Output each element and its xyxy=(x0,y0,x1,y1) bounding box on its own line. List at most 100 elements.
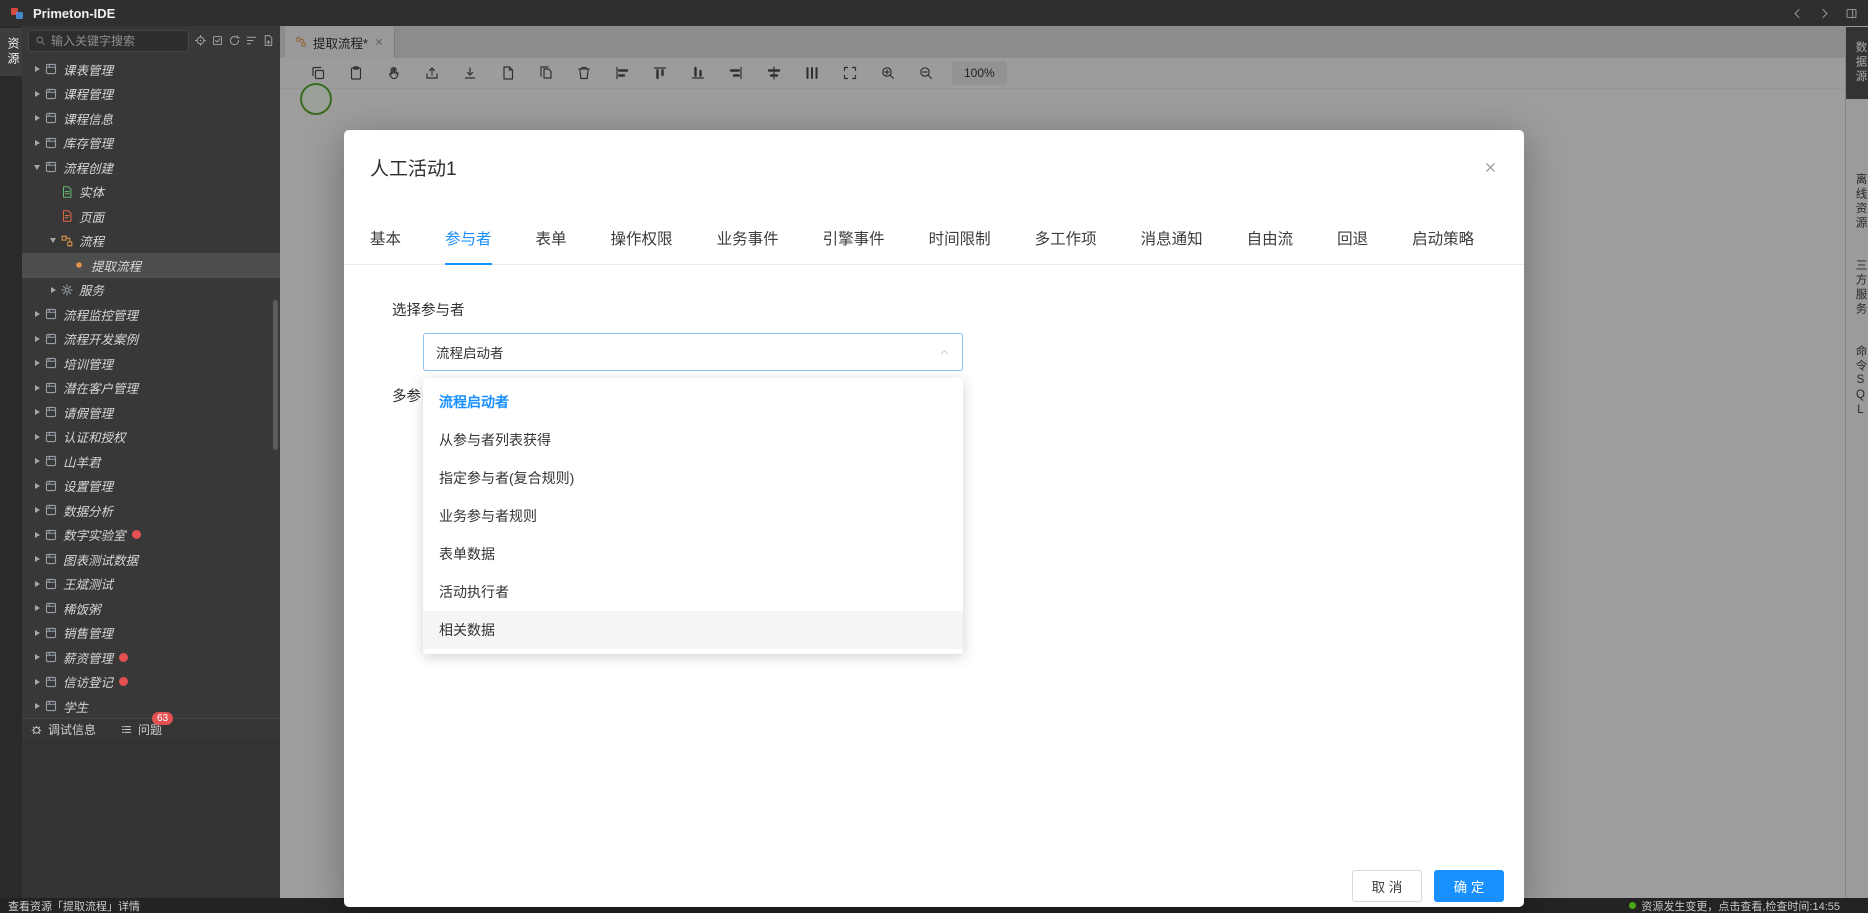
resources-rail-tab[interactable]: 资源 xyxy=(0,28,22,76)
expand-arrow-icon[interactable] xyxy=(30,140,44,146)
participant-select[interactable]: 流程启动者 xyxy=(423,333,963,371)
expand-arrow-icon[interactable] xyxy=(30,409,44,415)
expand-arrow-icon[interactable] xyxy=(30,385,44,391)
tree-item[interactable]: 稀饭粥 xyxy=(22,596,280,621)
tree-item[interactable]: 数据分析 xyxy=(22,498,280,523)
tree-item[interactable]: 信访登记 xyxy=(22,670,280,695)
tree-item[interactable]: 库存管理 xyxy=(22,131,280,156)
dialog-tab[interactable]: 基本 xyxy=(370,227,401,264)
dialog-tab[interactable]: 表单 xyxy=(536,227,567,264)
dialog-close-icon[interactable] xyxy=(1483,160,1498,175)
resource-change-notice[interactable]: 资源发生变更，点击查看,检查时间:14:55 xyxy=(1629,898,1840,913)
dropdown-option[interactable]: 业务参与者规则 xyxy=(423,497,963,535)
dialog-tab[interactable]: 参与者 xyxy=(445,227,492,264)
dropdown-option[interactable]: 指定参与者(复合规则) xyxy=(423,459,963,497)
tree-item[interactable]: 流程监控管理 xyxy=(22,302,280,327)
status-message[interactable]: 查看资源「提取流程」详情 xyxy=(8,898,140,913)
tree-item[interactable]: 服务 xyxy=(22,278,280,303)
layout-button[interactable] xyxy=(1845,7,1858,20)
tree-item[interactable]: 流程创建 xyxy=(22,155,280,180)
tree-item-label: 图表测试数据 xyxy=(63,550,138,569)
dialog-tab[interactable]: 消息通知 xyxy=(1141,227,1203,264)
search-input[interactable]: 输入关键字搜索 xyxy=(28,30,189,52)
dropdown-option[interactable]: 表单数据 xyxy=(423,535,963,573)
cancel-button[interactable]: 取 消 xyxy=(1352,870,1422,902)
tree-item[interactable]: 王斌测试 xyxy=(22,572,280,597)
dialog-tab[interactable]: 业务事件 xyxy=(717,227,779,264)
dropdown-option[interactable]: 流程启动者 xyxy=(423,383,963,421)
dialog-tab[interactable]: 回退 xyxy=(1337,227,1368,264)
expand-arrow-icon[interactable] xyxy=(30,66,44,72)
tree-item[interactable]: 课表管理 xyxy=(22,57,280,82)
locate-button[interactable] xyxy=(194,34,207,47)
expand-arrow-icon[interactable] xyxy=(30,311,44,317)
dialog-tab[interactable]: 自由流 xyxy=(1247,227,1294,264)
list-icon xyxy=(120,723,133,736)
layout-icon xyxy=(1845,7,1858,20)
dialog-tab[interactable]: 引擎事件 xyxy=(823,227,885,264)
dropdown-option[interactable]: 从参与者列表获得 xyxy=(423,421,963,459)
dropdown-option[interactable]: 相关数据 xyxy=(423,611,963,649)
tree-item[interactable]: 销售管理 xyxy=(22,621,280,646)
expand-arrow-icon[interactable] xyxy=(30,532,44,538)
tree-item[interactable]: 实体 xyxy=(22,180,280,205)
expand-arrow-icon[interactable] xyxy=(30,679,44,685)
tree-item[interactable]: 设置管理 xyxy=(22,474,280,499)
dialog-tab[interactable]: 时间限制 xyxy=(929,227,991,264)
expand-arrow-icon[interactable] xyxy=(30,91,44,97)
tree-item[interactable]: 请假管理 xyxy=(22,400,280,425)
expand-arrow-icon[interactable] xyxy=(30,115,44,121)
check-square-button[interactable] xyxy=(211,34,224,47)
tree-item[interactable]: 图表测试数据 xyxy=(22,547,280,572)
tree-item[interactable]: 流程 xyxy=(22,229,280,254)
tree-item[interactable]: 山羊君 xyxy=(22,449,280,474)
dialog-tab[interactable]: 多工作项 xyxy=(1035,227,1097,264)
dialog-tab[interactable]: 操作权限 xyxy=(611,227,673,264)
expand-arrow-icon[interactable] xyxy=(30,483,44,489)
ok-button[interactable]: 确 定 xyxy=(1434,870,1504,902)
expand-arrow-icon[interactable] xyxy=(30,458,44,464)
expand-arrow-icon[interactable] xyxy=(30,581,44,587)
expand-arrow-icon[interactable] xyxy=(30,630,44,636)
expand-arrow-icon[interactable] xyxy=(30,336,44,342)
tree-item[interactable]: 认证和授权 xyxy=(22,425,280,450)
dialog-tab[interactable]: 启动策略 xyxy=(1412,227,1474,264)
forward-button[interactable] xyxy=(1818,7,1831,20)
tree-item[interactable]: 潜在客户管理 xyxy=(22,376,280,401)
expand-arrow-icon[interactable] xyxy=(30,165,44,170)
tree-item[interactable]: 数字实验室 xyxy=(22,523,280,548)
expand-arrow-icon[interactable] xyxy=(46,238,60,243)
tree-item-label: 课程信息 xyxy=(63,109,113,128)
notification-badge-icon xyxy=(119,653,128,662)
expand-arrow-icon[interactable] xyxy=(30,360,44,366)
resource-tree: 课表管理课程管理课程信息库存管理流程创建实体页面流程提取流程服务流程监控管理流程… xyxy=(22,55,280,718)
sidebar-scrollbar[interactable] xyxy=(273,300,278,450)
expand-arrow-icon[interactable] xyxy=(30,556,44,562)
tree-item[interactable]: 提取流程 xyxy=(22,253,280,278)
tree-item[interactable]: 培训管理 xyxy=(22,351,280,376)
tree-item[interactable]: 学生 xyxy=(22,694,280,718)
back-button[interactable] xyxy=(1791,7,1804,20)
problems-count-badge[interactable]: 63 xyxy=(152,712,173,725)
bug-icon xyxy=(30,723,43,736)
expand-arrow-icon[interactable] xyxy=(46,287,60,293)
refresh-button[interactable] xyxy=(228,34,241,47)
tree-item[interactable]: 课程信息 xyxy=(22,106,280,131)
close-icon xyxy=(1483,160,1498,175)
expand-arrow-icon[interactable] xyxy=(30,434,44,440)
expand-arrow-icon[interactable] xyxy=(30,654,44,660)
collapse-list-button[interactable] xyxy=(245,34,258,47)
tree-item[interactable]: 页面 xyxy=(22,204,280,229)
expand-arrow-icon[interactable] xyxy=(30,703,44,709)
expand-arrow-icon[interactable] xyxy=(30,507,44,513)
expand-arrow-icon[interactable] xyxy=(30,605,44,611)
tree-item[interactable]: 课程管理 xyxy=(22,82,280,107)
tree-item[interactable]: 薪资管理 xyxy=(22,645,280,670)
dropdown-option[interactable]: 活动执行者 xyxy=(423,573,963,611)
file-plus-button[interactable] xyxy=(262,34,275,47)
logo-icon xyxy=(10,5,26,21)
app-icon xyxy=(44,430,58,444)
tree-item[interactable]: 流程开发案例 xyxy=(22,327,280,352)
app-icon xyxy=(44,577,58,591)
debug-info-tab[interactable]: 调试信息 xyxy=(30,721,96,738)
